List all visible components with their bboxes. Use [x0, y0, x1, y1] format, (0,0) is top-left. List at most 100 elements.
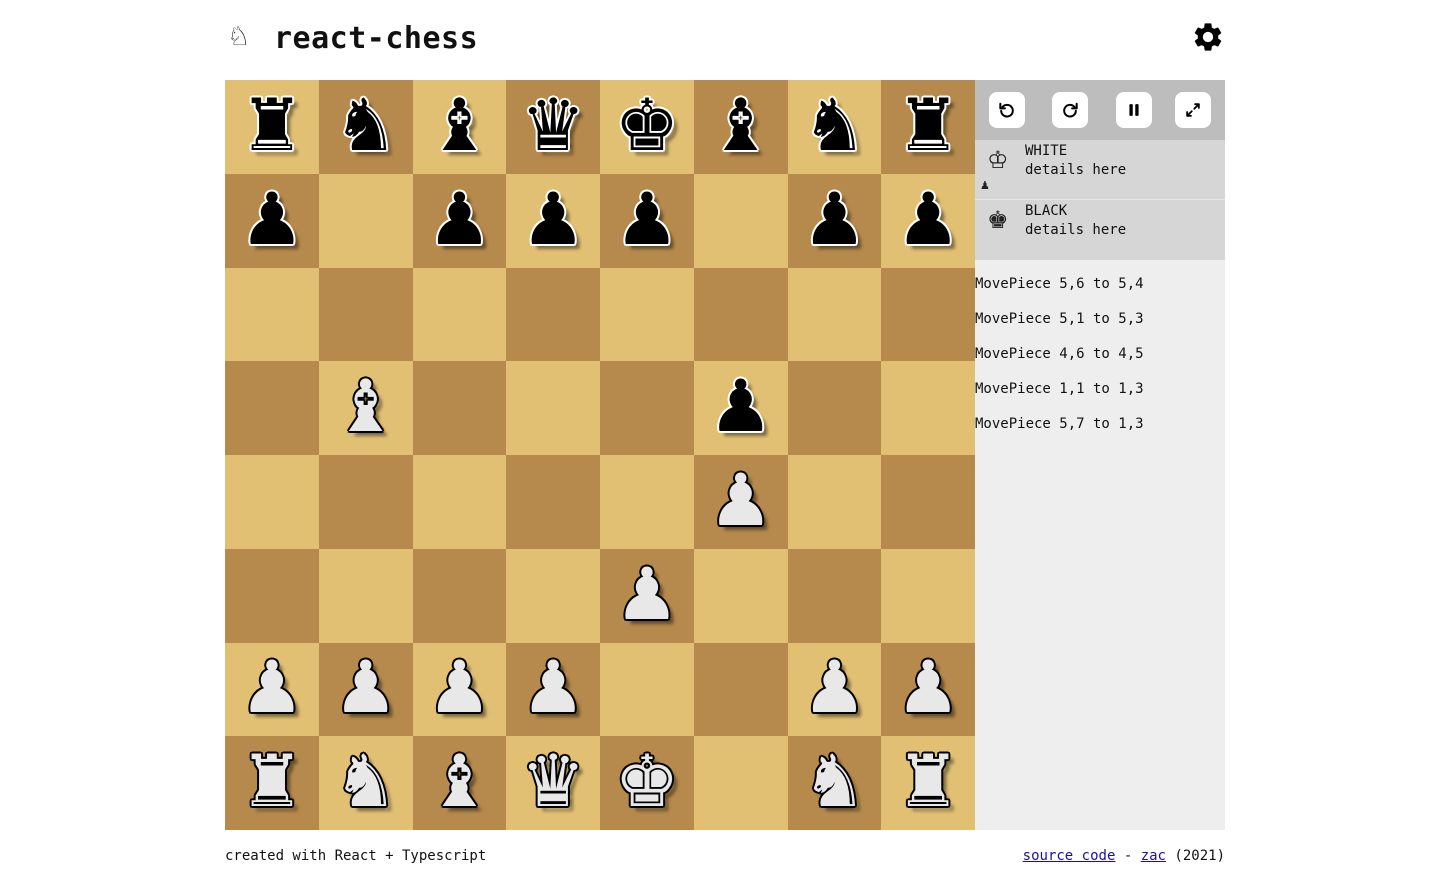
white-queen-icon[interactable]: ♛: [521, 745, 586, 817]
white-pawn-icon[interactable]: ♟: [802, 651, 867, 723]
board-square[interactable]: [225, 548, 319, 643]
board-square[interactable]: ♜: [225, 80, 319, 174]
white-pawn-icon[interactable]: ♟: [615, 558, 680, 630]
board-square[interactable]: [787, 267, 882, 362]
board-square[interactable]: ♟: [600, 173, 694, 268]
author-link[interactable]: zac: [1141, 848, 1166, 864]
board-square[interactable]: ♚: [600, 80, 694, 174]
board-square[interactable]: ♛: [506, 80, 600, 174]
white-king-icon[interactable]: ♚: [615, 745, 680, 817]
board-square[interactable]: ♞: [787, 736, 882, 830]
black-knight-icon[interactable]: ♞: [802, 89, 867, 161]
board-square[interactable]: [318, 548, 413, 643]
white-pawn-icon[interactable]: ♟: [333, 651, 398, 723]
board-square[interactable]: [693, 736, 788, 830]
board-square[interactable]: ♟: [412, 173, 507, 268]
black-pawn-icon[interactable]: ♟: [896, 183, 961, 255]
board-square[interactable]: ♞: [318, 80, 413, 174]
board-square[interactable]: [881, 267, 975, 362]
board-square[interactable]: [318, 173, 413, 268]
board-square[interactable]: ♟: [693, 361, 788, 455]
white-knight-icon[interactable]: ♞: [333, 745, 398, 817]
board-square[interactable]: [225, 267, 319, 362]
board-square[interactable]: [225, 361, 319, 455]
board-square[interactable]: ♟: [600, 548, 694, 643]
board-square[interactable]: [881, 455, 975, 549]
fullscreen-button[interactable]: [1175, 92, 1211, 128]
board-square[interactable]: [881, 361, 975, 455]
pause-button[interactable]: [1116, 92, 1152, 128]
board-square[interactable]: [693, 548, 788, 643]
white-rook-icon[interactable]: ♜: [240, 745, 305, 817]
board-square[interactable]: [506, 548, 600, 643]
board-square[interactable]: ♝: [693, 80, 788, 174]
board-square[interactable]: ♜: [225, 736, 319, 830]
board-square[interactable]: [318, 455, 413, 549]
board-square[interactable]: ♜: [881, 80, 975, 174]
black-pawn-icon[interactable]: ♟: [427, 183, 492, 255]
black-rook-icon[interactable]: ♜: [240, 89, 305, 161]
white-pawn-icon[interactable]: ♟: [240, 651, 305, 723]
board-square[interactable]: ♚: [600, 736, 694, 830]
board-square[interactable]: [506, 267, 600, 362]
board-square[interactable]: ♜: [881, 736, 975, 830]
white-knight-icon[interactable]: ♞: [802, 745, 867, 817]
black-pawn-icon[interactable]: ♟: [802, 183, 867, 255]
board-square[interactable]: [600, 455, 694, 549]
board-square[interactable]: ♟: [506, 173, 600, 268]
board-square[interactable]: [412, 548, 507, 643]
black-bishop-icon[interactable]: ♝: [427, 89, 492, 161]
board-square[interactable]: ♟: [787, 173, 882, 268]
board-square[interactable]: [787, 548, 882, 643]
black-pawn-icon[interactable]: ♟: [240, 183, 305, 255]
white-pawn-icon[interactable]: ♟: [896, 651, 961, 723]
board-square[interactable]: [225, 455, 319, 549]
board-square[interactable]: [412, 267, 507, 362]
black-king-icon[interactable]: ♚: [615, 89, 680, 161]
board-square[interactable]: ♞: [787, 80, 882, 174]
board-square[interactable]: [318, 267, 413, 362]
white-pawn-icon[interactable]: ♟: [427, 651, 492, 723]
board-square[interactable]: [600, 361, 694, 455]
board-square[interactable]: ♟: [506, 642, 600, 737]
board-square[interactable]: [412, 361, 507, 455]
board-square[interactable]: [412, 455, 507, 549]
black-pawn-icon[interactable]: ♟: [708, 370, 773, 442]
board-square[interactable]: ♟: [225, 642, 319, 737]
source-code-link[interactable]: source code: [1023, 848, 1116, 864]
black-queen-icon[interactable]: ♛: [521, 89, 586, 161]
board-square[interactable]: [506, 361, 600, 455]
white-bishop-icon[interactable]: ♝: [427, 745, 492, 817]
black-knight-icon[interactable]: ♞: [333, 89, 398, 161]
board-square[interactable]: [600, 267, 694, 362]
board-square[interactable]: ♝: [412, 80, 507, 174]
black-pawn-icon[interactable]: ♟: [521, 183, 586, 255]
board-square[interactable]: [600, 642, 694, 737]
white-rook-icon[interactable]: ♜: [896, 745, 961, 817]
board-square[interactable]: [506, 455, 600, 549]
board-square[interactable]: [693, 642, 788, 737]
board-square[interactable]: ♟: [412, 642, 507, 737]
board-square[interactable]: ♟: [881, 642, 975, 737]
undo-button[interactable]: [989, 92, 1025, 128]
board-square[interactable]: ♟: [787, 642, 882, 737]
board-square[interactable]: ♝: [318, 361, 413, 455]
white-bishop-icon[interactable]: ♝: [333, 370, 398, 442]
white-pawn-icon[interactable]: ♟: [521, 651, 586, 723]
board-square[interactable]: [787, 455, 882, 549]
settings-gear-icon[interactable]: [1191, 20, 1225, 54]
board-square[interactable]: ♝: [412, 736, 507, 830]
board-square[interactable]: ♟: [225, 173, 319, 268]
board-square[interactable]: [787, 361, 882, 455]
redo-button[interactable]: [1052, 92, 1088, 128]
board-square[interactable]: ♟: [881, 173, 975, 268]
board-square[interactable]: ♞: [318, 736, 413, 830]
board-square[interactable]: ♟: [693, 455, 788, 549]
white-pawn-icon[interactable]: ♟: [708, 464, 773, 536]
black-pawn-icon[interactable]: ♟: [615, 183, 680, 255]
board-square[interactable]: [693, 267, 788, 362]
black-bishop-icon[interactable]: ♝: [708, 89, 773, 161]
black-rook-icon[interactable]: ♜: [896, 89, 961, 161]
board-square[interactable]: ♟: [318, 642, 413, 737]
board-square[interactable]: [881, 548, 975, 643]
